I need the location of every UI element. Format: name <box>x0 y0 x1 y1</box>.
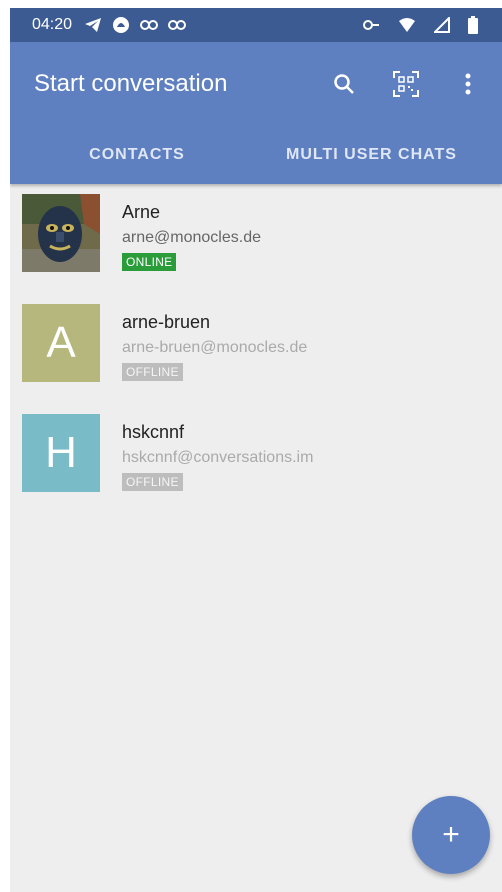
contact-row[interactable]: Arne arne@monocles.de ONLINE <box>10 194 502 304</box>
status-badge: OFFLINE <box>122 363 183 381</box>
link-icon <box>168 19 187 31</box>
contact-list: Arne arne@monocles.de ONLINE A arne-brue… <box>10 184 502 524</box>
qr-code-icon[interactable] <box>392 70 420 98</box>
contact-name: arne-bruen <box>122 312 211 332</box>
cell-signal-icon <box>434 17 450 33</box>
status-bar: 04:20 <box>10 8 502 42</box>
contact-row[interactable]: A arne-bruen arne-bruen@monocles.de OFFL… <box>10 304 502 414</box>
vpn-key-icon <box>362 17 380 33</box>
tab-contacts-label: CONTACTS <box>89 146 185 163</box>
contact-jid: hskcnnf@conversations.im <box>122 449 314 466</box>
telegram-icon <box>84 17 102 33</box>
search-icon[interactable] <box>330 70 358 98</box>
avatar: H <box>22 414 100 492</box>
contact-jid: arne@monocles.de <box>122 229 261 246</box>
avatar: A <box>22 304 100 382</box>
link-icon <box>140 19 159 31</box>
tab-contacts[interactable]: CONTACTS <box>10 126 264 184</box>
contact-jid: arne-bruen@monocles.de <box>122 339 308 356</box>
status-badge: ONLINE <box>122 253 177 271</box>
tab-bar: CONTACTS MULTI USER CHATS <box>10 126 502 184</box>
tab-multi-user-chats[interactable]: MULTI USER CHATS <box>264 126 502 184</box>
contact-row[interactable]: H hskcnnf hskcnnf@conversations.im OFFLI… <box>10 414 502 524</box>
battery-icon <box>468 16 478 34</box>
app-screen: 04:20 Start conversation CONTACTS MULTI … <box>10 8 502 892</box>
page-title: Start conversation <box>34 70 228 97</box>
avatar-letter: H <box>45 428 77 477</box>
app-bar: Start conversation <box>10 42 502 126</box>
tab-multi-user-chats-label: MULTI USER CHATS <box>286 146 457 163</box>
contact-name: hskcnnf <box>122 422 185 442</box>
wifi-icon <box>398 17 416 33</box>
status-badge: OFFLINE <box>122 473 183 491</box>
avatar-letter: A <box>46 318 76 367</box>
status-time: 04:20 <box>32 16 73 33</box>
add-contact-button[interactable]: + <box>412 796 490 874</box>
overflow-menu-icon[interactable] <box>454 70 482 98</box>
app-notification-icon <box>112 16 130 34</box>
contact-name: Arne <box>122 202 161 222</box>
plus-icon: + <box>442 818 460 851</box>
avatar <box>22 194 100 272</box>
